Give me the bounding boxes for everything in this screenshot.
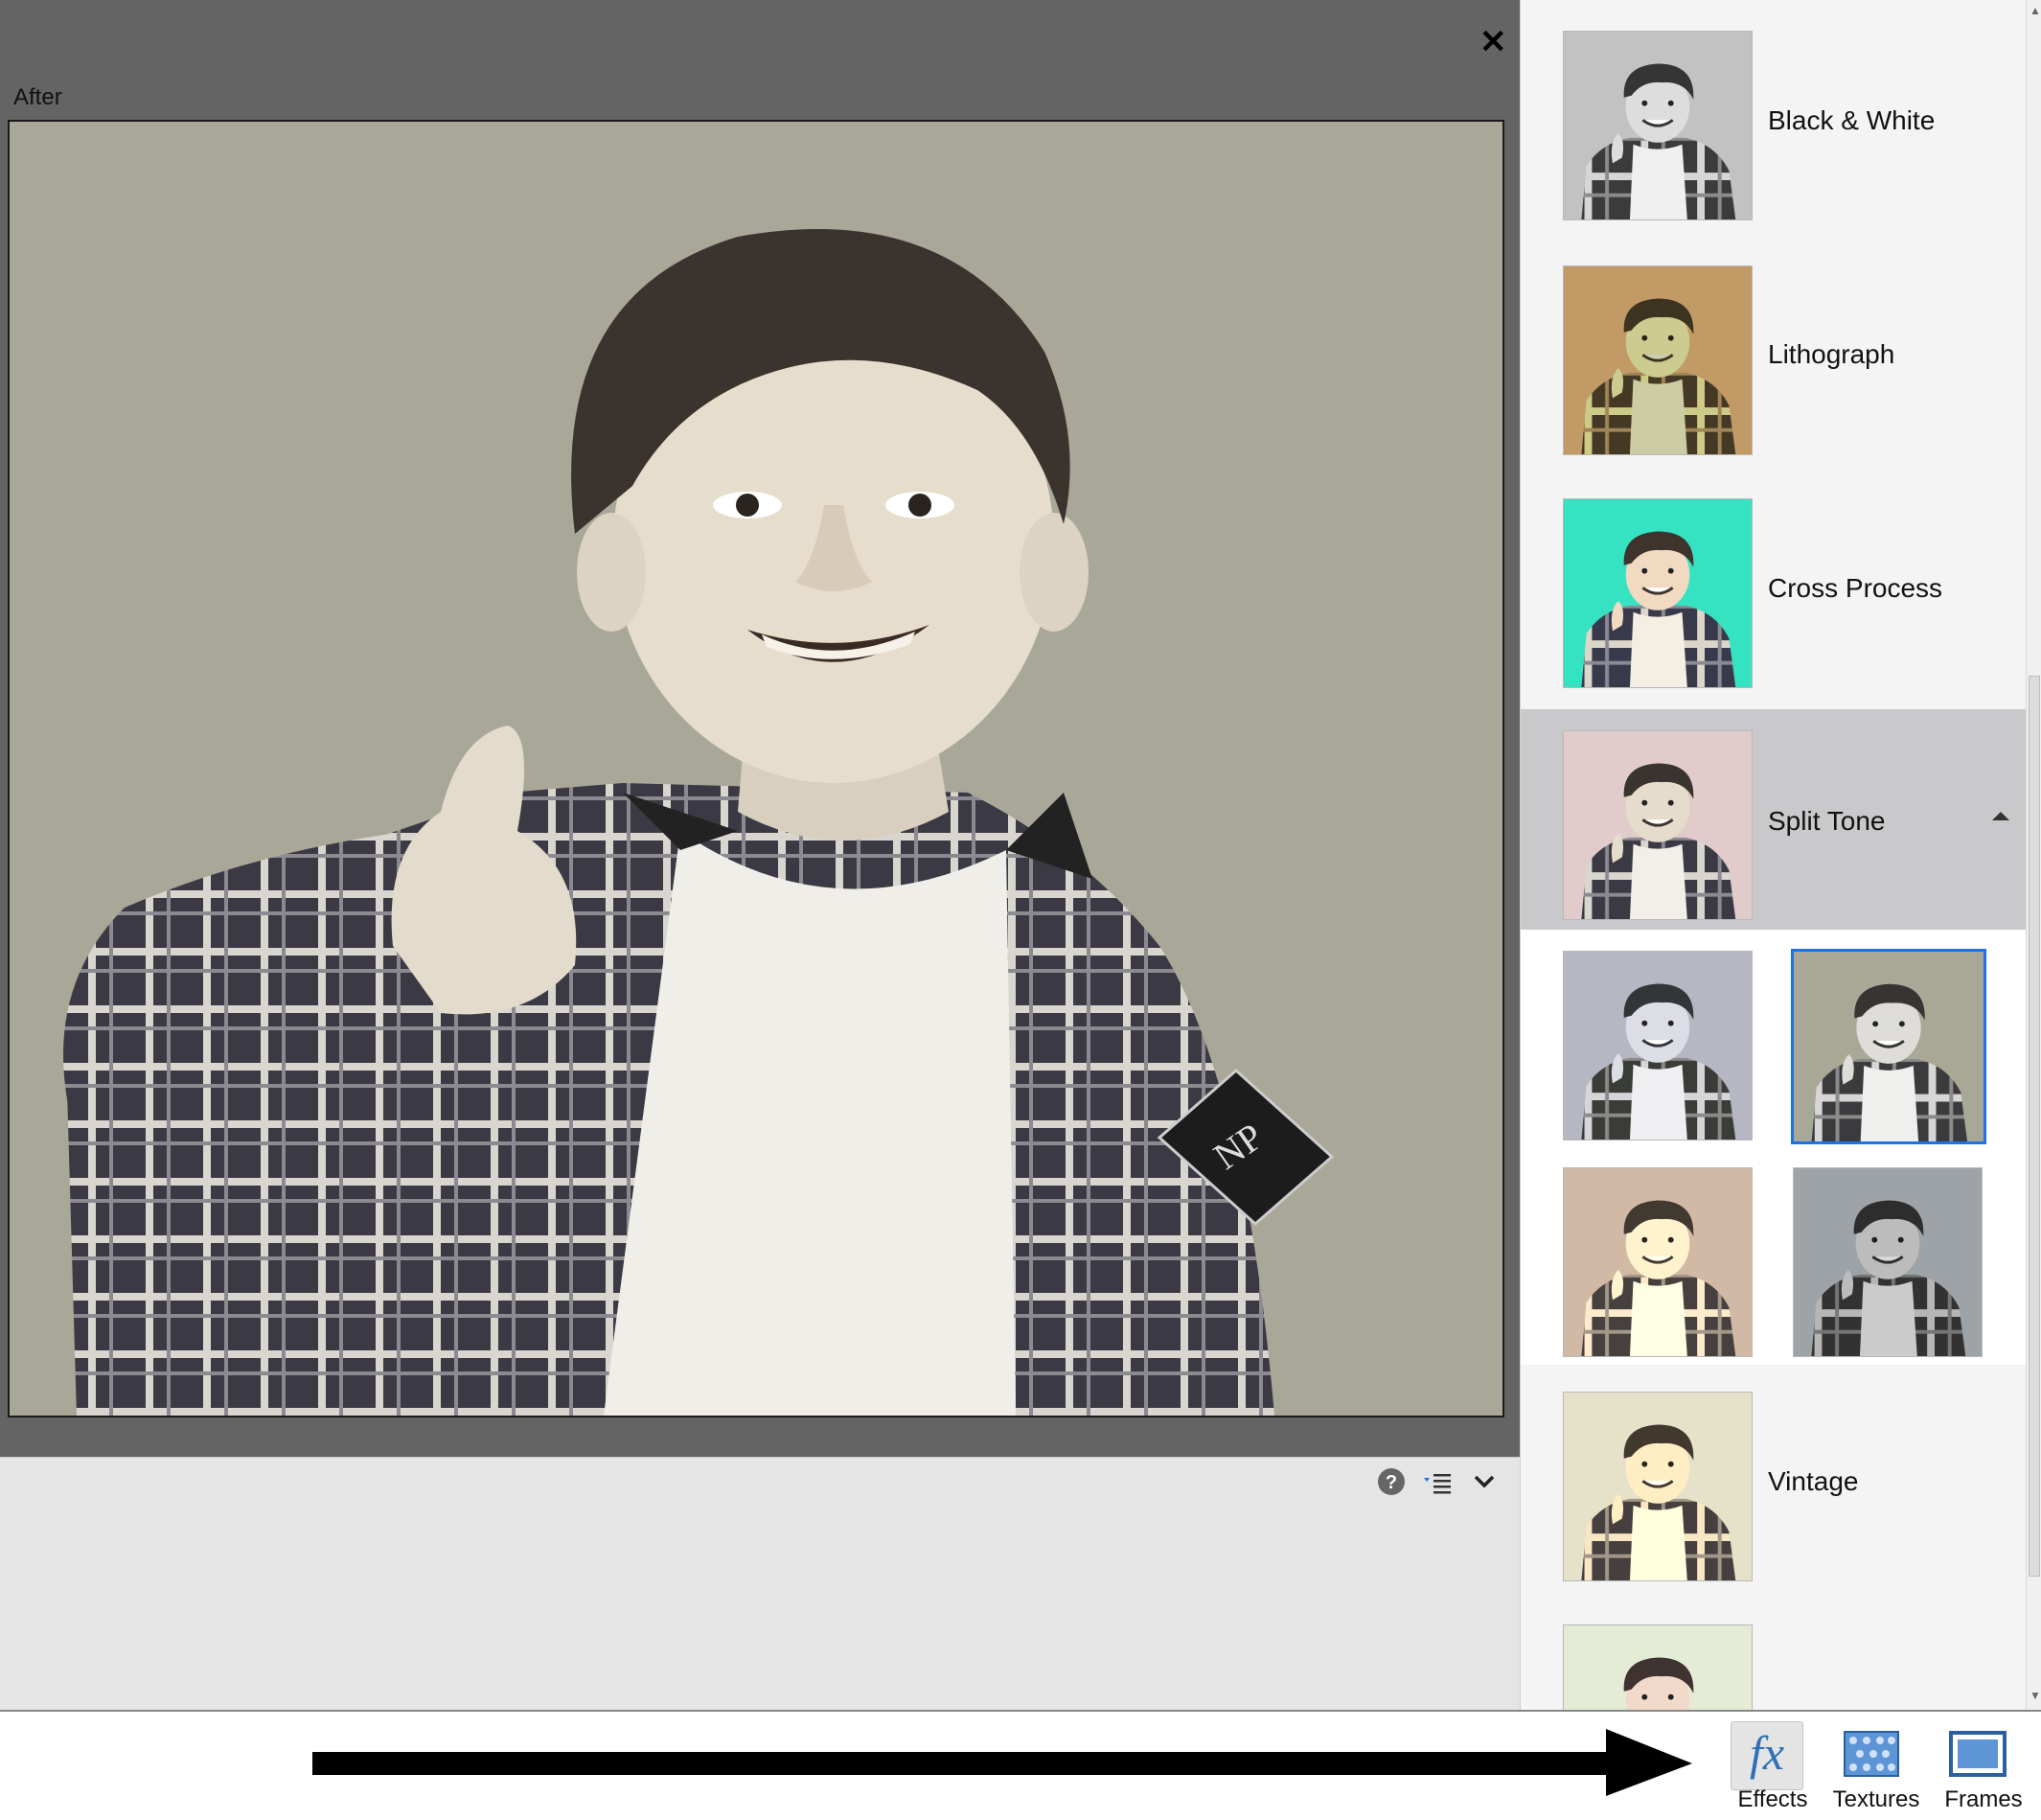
tab-textures[interactable]: Textures — [1823, 1719, 1930, 1815]
effect-black-white[interactable]: Black & White — [1521, 10, 2027, 242]
effect-vintage[interactable]: Vintage — [1521, 1371, 2027, 1603]
thumbnail-image — [1563, 498, 1753, 688]
thumbnail-image — [1563, 31, 1753, 220]
tab-label: Textures — [1832, 1786, 1920, 1812]
variant-thumbnail-4[interactable] — [1793, 1167, 1983, 1357]
tab-label: Frames — [1944, 1786, 2023, 1812]
tab-label: Effects — [1737, 1786, 1808, 1812]
effect-label: Cross Process — [1768, 573, 1943, 603]
effect-next-partial[interactable] — [1521, 1603, 2027, 1710]
scroll-down-arrow-icon[interactable]: ▼ — [2030, 1689, 2041, 1702]
preview-area: ✕ After NP — [0, 0, 1520, 1457]
effect-lithograph[interactable]: Lithograph — [1521, 242, 2027, 475]
variant-thumbnail-3[interactable] — [1563, 1167, 1753, 1357]
effect-label: Vintage — [1768, 1466, 1859, 1496]
bottom-bar: fx Effects Textures Frames — [0, 1710, 2041, 1820]
thumbnail-image — [1563, 730, 1753, 920]
help-icon[interactable]: ? — [1376, 1466, 1407, 1502]
fx-icon: fx — [1749, 1726, 1785, 1780]
collapse-arrow-icon[interactable] — [1990, 809, 2011, 827]
chevron-down-icon[interactable] — [1472, 1466, 1497, 1502]
variant-thumbnail-1[interactable] — [1563, 951, 1753, 1140]
thumbnail-image — [1563, 1392, 1753, 1581]
view-label: After — [13, 84, 62, 110]
effect-label: Split Tone — [1768, 806, 1886, 836]
after-photo: NP — [8, 120, 1504, 1417]
panel-scrollbar[interactable]: ▲ ▼ — [2026, 0, 2041, 1710]
tab-frames[interactable]: Frames — [1930, 1719, 2037, 1815]
split-tone-variants — [1521, 930, 2027, 1365]
boy-photo-image: NP — [10, 122, 1502, 1416]
thumbnail-image — [1563, 265, 1753, 455]
frame-icon — [1949, 1731, 2007, 1777]
list-options-icon[interactable] — [1422, 1466, 1455, 1502]
close-icon[interactable]: ✕ — [1479, 26, 1507, 58]
annotation-arrow-icon — [312, 1729, 1692, 1796]
svg-text:?: ? — [1386, 1472, 1397, 1493]
scroll-thumb[interactable] — [2029, 676, 2040, 1577]
effect-label: Black & White — [1768, 105, 1936, 135]
effect-cross-process[interactable]: Cross Process — [1521, 475, 2027, 708]
effect-split-tone[interactable]: Split Tone — [1521, 709, 2027, 942]
effect-label: Lithograph — [1768, 339, 1895, 369]
options-panel — [0, 1457, 1520, 1711]
variant-thumbnail-2[interactable] — [1791, 949, 1986, 1144]
effects-panel: Black & White Lithograph Cross Process S… — [1520, 0, 2027, 1710]
scroll-up-arrow-icon[interactable]: ▲ — [2030, 4, 2041, 17]
tab-effects[interactable]: fx Effects — [1719, 1719, 1826, 1815]
texture-icon — [1844, 1731, 1899, 1777]
thumbnail-image — [1563, 1624, 1753, 1710]
